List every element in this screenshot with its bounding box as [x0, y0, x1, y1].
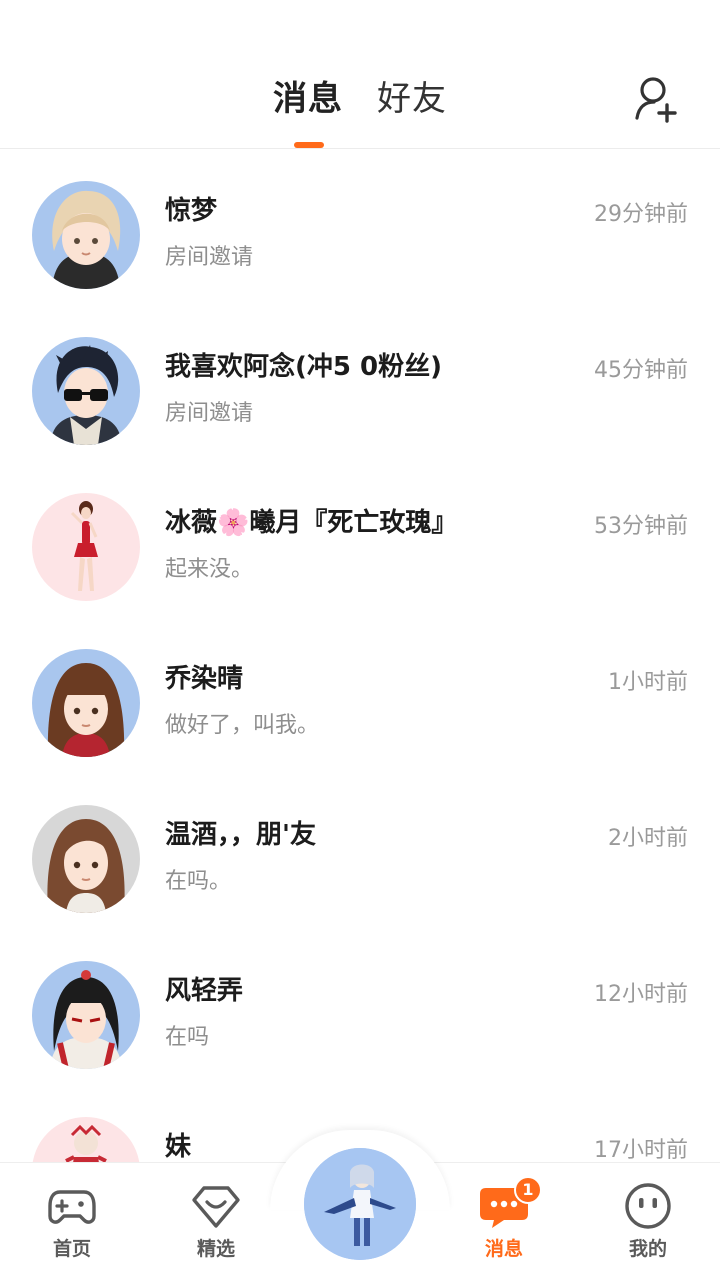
heart-badge-icon: [192, 1186, 240, 1228]
unread-badge: 1: [514, 1176, 542, 1204]
timestamp: 45分钟前: [594, 358, 688, 383]
avatar-image: [32, 337, 140, 445]
avatar[interactable]: [32, 805, 140, 913]
message-preview: 起来没。: [165, 557, 254, 582]
conversation-list: 惊梦 房间邀请 29分钟前 我喜欢阿念(冲5 0粉丝) 房间邀请 45分钟前 冰…: [0, 150, 720, 1162]
avatar-image: [32, 649, 140, 757]
conversation-row[interactable]: 冰薇🌸曦月『死亡玫瑰』 起来没。 53分钟前: [0, 462, 720, 618]
avatar[interactable]: [32, 337, 140, 445]
nav-profile[interactable]: 我的: [598, 1176, 698, 1266]
contact-name: 温酒，，朋'友: [165, 820, 316, 850]
message-preview: 在吗: [165, 1025, 210, 1050]
nav-profile-label: 我的: [628, 1238, 667, 1260]
conversation-row[interactable]: 我喜欢阿念(冲5 0粉丝) 房间邀请 45分钟前: [0, 306, 720, 462]
conversation-row[interactable]: 惊梦 房间邀请 29分钟前: [0, 150, 720, 306]
tab-friends[interactable]: 好友: [377, 72, 447, 126]
avatar[interactable]: [32, 1117, 140, 1162]
nav-messages-label: 消息: [484, 1238, 523, 1260]
active-tab-indicator: [294, 142, 324, 148]
character-avatar-icon: [304, 1148, 416, 1260]
center-character-button[interactable]: [304, 1148, 416, 1260]
avatar-image: [32, 961, 140, 1069]
message-preview: 在吗。: [165, 869, 232, 894]
avatar-image: [32, 493, 140, 601]
conversation-row[interactable]: 温酒，，朋'友 在吗。 2小时前: [0, 774, 720, 930]
avatar-image: [32, 805, 140, 913]
avatar[interactable]: [32, 649, 140, 757]
conversation-row[interactable]: 乔染晴 做好了，叫我。 1小时前: [0, 618, 720, 774]
gamepad-icon: [48, 1190, 96, 1224]
avatar-image: [32, 1117, 140, 1162]
contact-name: 惊梦: [165, 196, 218, 226]
nav-home[interactable]: 首页: [22, 1176, 122, 1266]
timestamp: 1小时前: [608, 670, 688, 695]
message-preview: 房间邀请: [165, 401, 254, 426]
header: 消息 好友: [0, 0, 720, 149]
avatar[interactable]: [32, 961, 140, 1069]
conversation-row[interactable]: 风轻弄 在吗 12小时前: [0, 930, 720, 1086]
face-icon: [625, 1183, 671, 1229]
timestamp: 12小时前: [594, 982, 688, 1007]
contact-name: 乔染晴: [165, 664, 244, 694]
contact-name: 妹: [165, 1132, 192, 1162]
contact-name: 风轻弄: [165, 976, 244, 1006]
timestamp: 2小时前: [608, 826, 688, 851]
top-tabs: 消息 好友: [0, 72, 720, 126]
avatar[interactable]: [32, 493, 140, 601]
contact-name: 我喜欢阿念(冲5 0粉丝): [165, 352, 442, 382]
add-user-icon[interactable]: [632, 74, 682, 124]
nav-featured-label: 精选: [196, 1238, 235, 1260]
timestamp: 29分钟前: [594, 202, 688, 227]
nav-home-label: 首页: [52, 1238, 91, 1260]
tab-messages[interactable]: 消息: [273, 72, 343, 126]
avatar-image: [32, 181, 140, 289]
timestamp: 53分钟前: [594, 514, 688, 539]
message-preview: 做好了，叫我。: [165, 713, 320, 738]
avatar[interactable]: [32, 181, 140, 289]
message-preview: 房间邀请: [165, 245, 254, 270]
timestamp: 17小时前: [594, 1138, 688, 1162]
nav-featured[interactable]: 精选: [166, 1176, 266, 1266]
contact-name: 冰薇🌸曦月『死亡玫瑰』: [165, 508, 458, 538]
